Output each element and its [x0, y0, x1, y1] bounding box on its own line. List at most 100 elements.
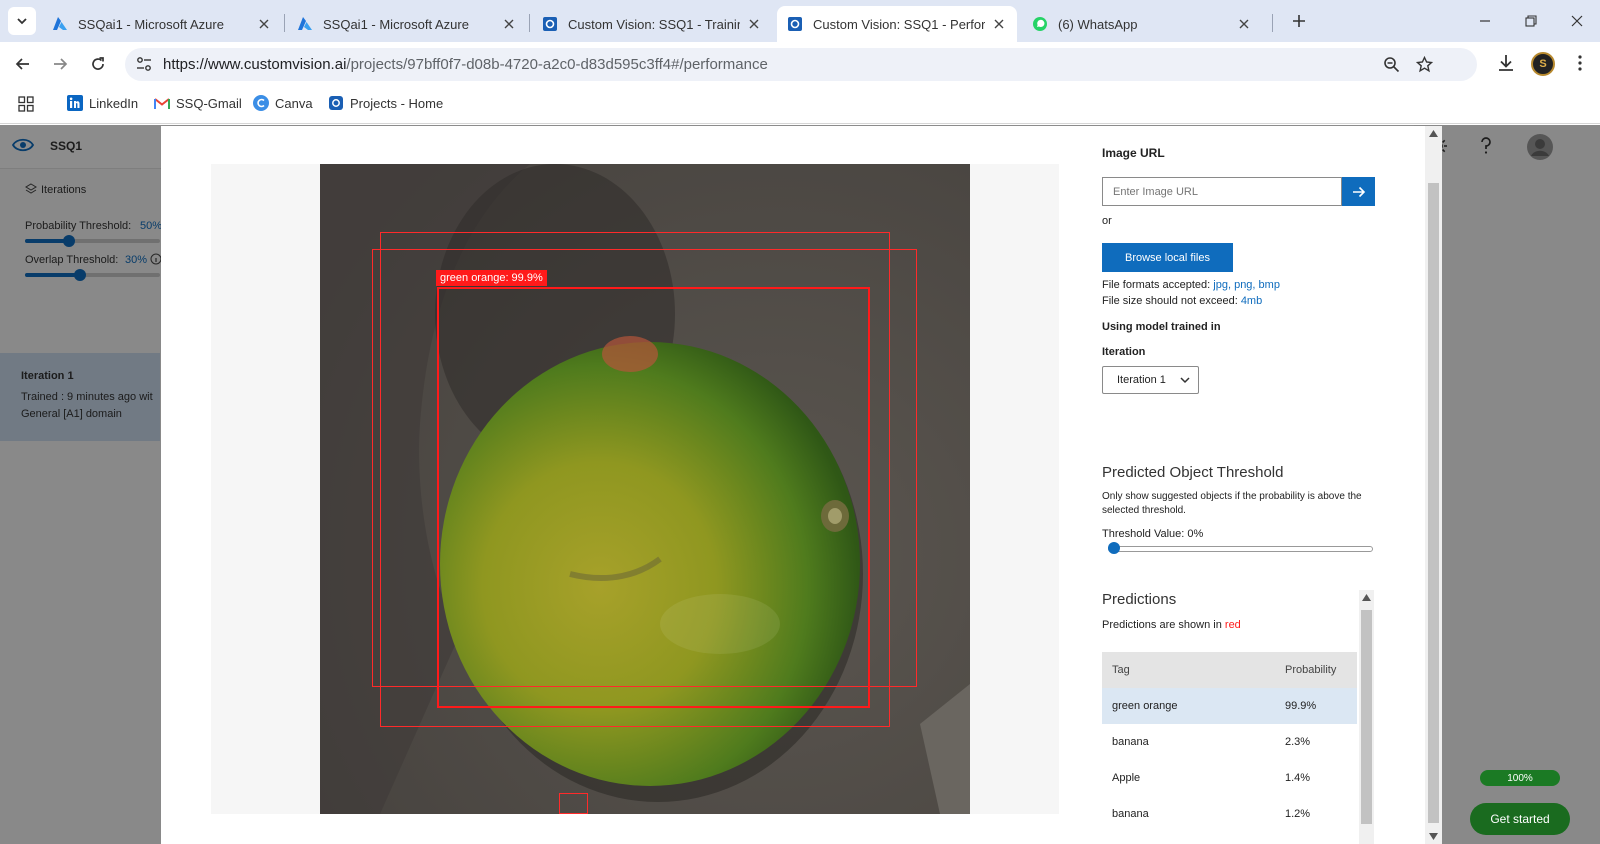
bookmark-label: LinkedIn — [89, 95, 139, 111]
plus-icon — [1293, 15, 1305, 27]
iteration-selected: Iteration 1 — [1117, 374, 1166, 386]
tab-azure-1[interactable]: SSQai1 - Microsoft Azure — [42, 6, 282, 42]
download-icon[interactable] — [1496, 53, 1516, 73]
close-tab-icon[interactable] — [1236, 16, 1252, 32]
submit-url-button[interactable] — [1342, 177, 1375, 206]
bookmark-linkedin[interactable]: LinkedIn — [67, 95, 138, 111]
file-size-prefix: File size should not exceed: — [1102, 295, 1241, 307]
profile-avatar[interactable]: S — [1531, 52, 1555, 76]
quick-test-modal: green orange: 99.9% Image URL or Browse … — [161, 126, 1442, 844]
reload-icon — [92, 57, 104, 70]
back-button[interactable] — [11, 52, 35, 76]
linkedin-icon — [67, 95, 83, 111]
test-image: green orange: 99.9% — [320, 164, 970, 814]
bookmark-label: SSQ-Gmail — [176, 95, 242, 111]
predictions-title: Predictions — [1102, 591, 1177, 608]
file-formats-text: File formats accepted: jpg, png, bmp — [1102, 279, 1280, 291]
forward-button[interactable] — [48, 52, 72, 76]
tab-custom-vision-performance[interactable]: Custom Vision: SSQ1 - Performa — [777, 6, 1017, 42]
star-icon[interactable] — [1416, 56, 1433, 73]
file-size-text: File size should not exceed: 4mb — [1102, 295, 1262, 307]
restore-button[interactable] — [1516, 8, 1546, 34]
prediction-box-top — [437, 287, 870, 708]
arrow-right-icon — [54, 58, 68, 70]
scroll-up-icon[interactable] — [1362, 594, 1371, 601]
zoom-icon[interactable] — [1383, 56, 1400, 73]
minimize-button[interactable] — [1470, 8, 1500, 34]
tab-whatsapp[interactable]: (6) WhatsApp — [1022, 6, 1262, 42]
prediction-probability: 99.9% — [1285, 700, 1317, 712]
table-row[interactable]: banana 2.3% — [1102, 724, 1357, 760]
chevron-down-icon — [17, 18, 27, 25]
site-settings-icon[interactable] — [135, 55, 153, 73]
bookmark-projects-home[interactable]: Projects - Home — [328, 95, 443, 111]
reload-button[interactable] — [86, 52, 110, 76]
file-formats-value: jpg, png, bmp — [1213, 279, 1280, 291]
new-tab-button[interactable] — [1288, 10, 1310, 32]
bookmark-gmail[interactable]: SSQ-Gmail — [154, 95, 242, 111]
iteration-select[interactable]: Iteration 1 — [1102, 366, 1199, 394]
modal-scrollbar[interactable] — [1425, 126, 1442, 844]
apps-grid-icon[interactable] — [18, 96, 34, 112]
threshold-slider-track[interactable] — [1108, 546, 1373, 552]
threshold-description-1: Only show suggested objects if the proba… — [1102, 491, 1362, 502]
tab-title: (6) WhatsApp — [1058, 16, 1138, 32]
arrow-left-icon — [15, 58, 29, 70]
table-row[interactable]: green orange 99.9% — [1102, 688, 1357, 724]
table-row[interactable]: Apple 1.4% — [1102, 760, 1357, 796]
close-tab-icon[interactable] — [991, 16, 1007, 32]
whatsapp-icon — [1033, 17, 1047, 31]
bookmark-canva[interactable]: Canva — [253, 95, 313, 111]
tab-title: SSQai1 - Microsoft Azure — [323, 16, 469, 32]
restore-icon — [1525, 15, 1537, 27]
prediction-tag: Apple — [1112, 772, 1141, 784]
scroll-up-icon[interactable] — [1429, 130, 1438, 137]
prediction-tag: green orange — [1112, 700, 1178, 712]
prediction-probability: 2.3% — [1285, 736, 1311, 748]
minimize-icon — [1480, 20, 1490, 22]
close-window-button[interactable] — [1562, 8, 1592, 34]
prediction-probability: 1.2% — [1285, 808, 1311, 820]
kebab-menu-icon[interactable] — [1570, 53, 1590, 73]
scrollbar-thumb[interactable] — [1428, 183, 1439, 823]
projects-icon — [328, 95, 344, 111]
tab-divider — [529, 14, 530, 32]
browse-local-files-button[interactable]: Browse local files — [1102, 243, 1233, 272]
custom-vision-icon — [543, 17, 557, 31]
bookmark-label: Canva — [275, 95, 313, 111]
column-header-probability: Probability — [1285, 664, 1337, 676]
prediction-label: green orange: 99.9% — [436, 270, 547, 286]
prediction-probability: 1.4% — [1285, 772, 1311, 784]
chevron-down-icon — [1180, 377, 1190, 384]
url-path: /projects/97bff0f7-d08b-4720-a2c0-d83d59… — [346, 56, 768, 73]
close-tab-icon[interactable] — [746, 16, 762, 32]
tab-search-button[interactable] — [8, 7, 36, 35]
tab-strip: SSQai1 - Microsoft Azure SSQai1 - Micros… — [0, 0, 1600, 42]
scrollbar-thumb[interactable] — [1361, 610, 1372, 824]
url-host: https://www.customvision.ai — [163, 56, 347, 73]
predictions-note: Predictions are shown in red — [1102, 619, 1241, 631]
threshold-slider-handle[interactable] — [1108, 542, 1120, 554]
tab-title: SSQai1 - Microsoft Azure — [78, 16, 224, 32]
file-size-value: 4mb — [1240, 295, 1263, 307]
model-label: Using model trained in — [1102, 321, 1221, 333]
close-tab-icon[interactable] — [256, 16, 272, 32]
arrow-right-icon — [1352, 186, 1365, 197]
image-url-input[interactable] — [1102, 177, 1342, 206]
scroll-down-icon[interactable] — [1429, 833, 1438, 840]
address-bar[interactable]: https://www.customvision.ai/projects/97b… — [125, 48, 1477, 81]
bookmark-label: Projects - Home — [350, 95, 444, 111]
tab-custom-vision-training[interactable]: Custom Vision: SSQ1 - Training — [532, 6, 772, 42]
get-started-button[interactable]: Get started — [1470, 803, 1570, 835]
table-row[interactable]: banana 1.2% — [1102, 796, 1357, 832]
bookmarks-bar: LinkedIn SSQ-Gmail Canva Projects - Home — [0, 86, 1600, 124]
predictions-scrollbar[interactable] — [1359, 590, 1374, 844]
file-formats-prefix: File formats accepted: — [1102, 279, 1214, 291]
close-tab-icon[interactable] — [501, 16, 517, 32]
column-header-tag: Tag — [1112, 664, 1130, 676]
threshold-value-text: Threshold Value: 0% — [1102, 528, 1204, 540]
tab-azure-2[interactable]: SSQai1 - Microsoft Azure — [287, 6, 527, 42]
close-icon — [1571, 15, 1583, 27]
gmail-icon — [154, 95, 170, 111]
table-header-row: Tag Probability — [1102, 652, 1357, 688]
